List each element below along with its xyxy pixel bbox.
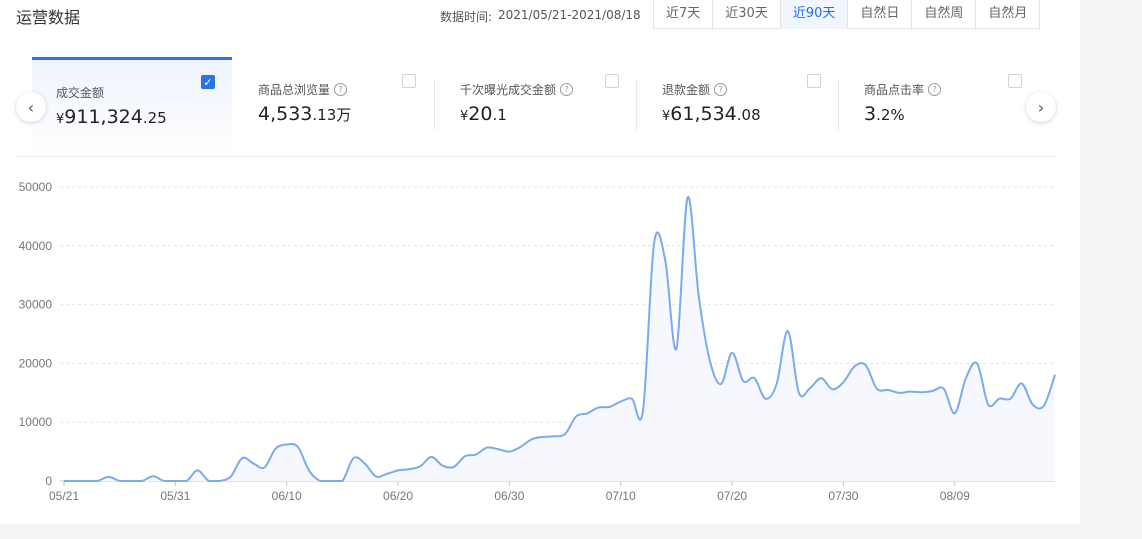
x-tick-label: 06/20 — [383, 489, 413, 503]
x-tick-label: 07/30 — [828, 489, 858, 503]
gmv-trend-chart: 0 10000 20000 30000 40000 50000 05/21 05/31 06/1… — [19, 180, 1056, 503]
y-tick-label: 10000 — [19, 415, 53, 429]
x-tick-label: 07/10 — [606, 489, 636, 503]
y-tick-label: 40000 — [19, 239, 53, 253]
operations-panel: 运营数据 数据时间: 2021/05/21-2021/08/18 近7天 近30… — [0, 0, 1080, 524]
y-tick-label: 20000 — [19, 356, 53, 370]
x-tick-label: 07/20 — [717, 489, 747, 503]
x-tick-label: 06/30 — [494, 489, 524, 503]
x-tick-label: 06/10 — [272, 489, 302, 503]
y-tick-label: 0 — [45, 474, 52, 488]
x-tick-label: 05/21 — [49, 489, 79, 503]
y-tick-label: 50000 — [19, 180, 53, 194]
y-tick-label: 30000 — [19, 298, 53, 312]
x-tick-label: 08/09 — [940, 489, 970, 503]
series-area — [64, 196, 1055, 481]
x-tick-label: 05/31 — [160, 489, 190, 503]
